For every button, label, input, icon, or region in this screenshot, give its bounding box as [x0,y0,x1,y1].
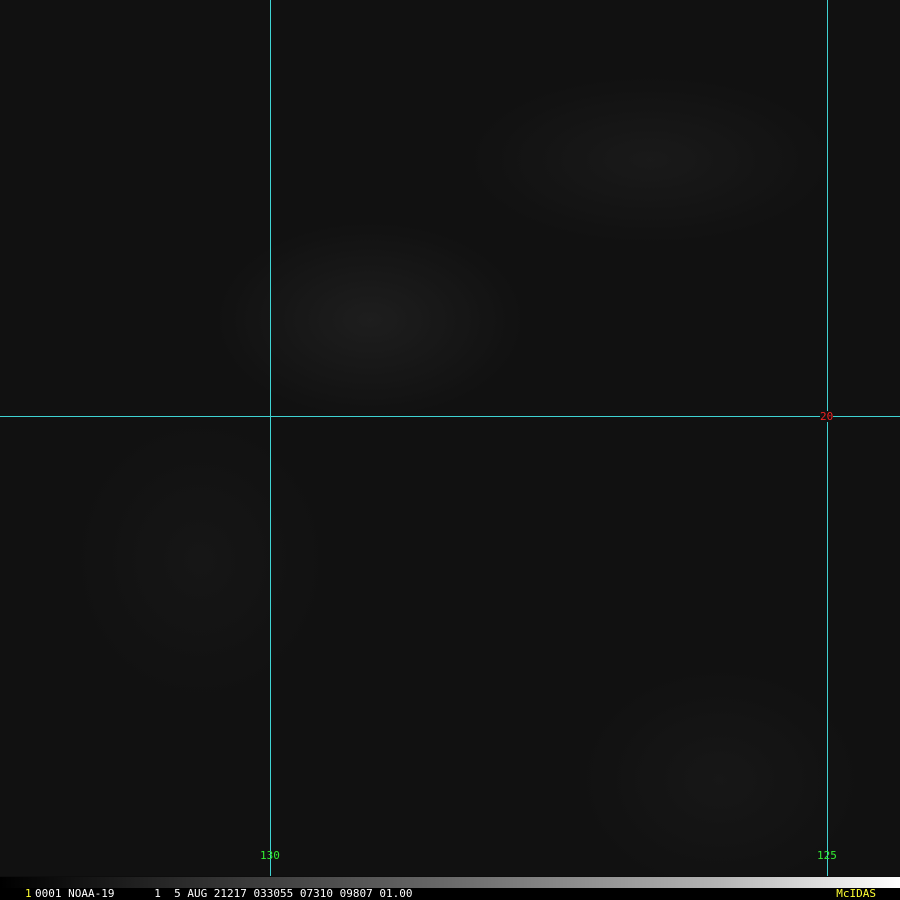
status-bar: 1 0001 NOAA-19 1 5 AUG 21217 033055 0731… [0,877,900,900]
latitude-line-20 [0,416,900,417]
satellite-image-frame: 130 125 20 1 0001 NOAA-19 1 5 AUG 21217 … [0,0,900,900]
frame-number: 1 [25,887,32,900]
satellite-imagery [0,0,900,876]
longitude-label-130: 130 [260,849,280,862]
status-text: 1 0001 NOAA-19 1 5 AUG 21217 033055 0731… [0,887,900,900]
longitude-line-130 [270,0,271,876]
brand-label: McIDAS [836,887,876,900]
longitude-line-125 [827,0,828,876]
image-info: 0001 NOAA-19 1 5 AUG 21217 033055 07310 … [35,887,413,900]
latitude-label-20: 20 [820,410,834,423]
longitude-label-125: 125 [817,849,837,862]
